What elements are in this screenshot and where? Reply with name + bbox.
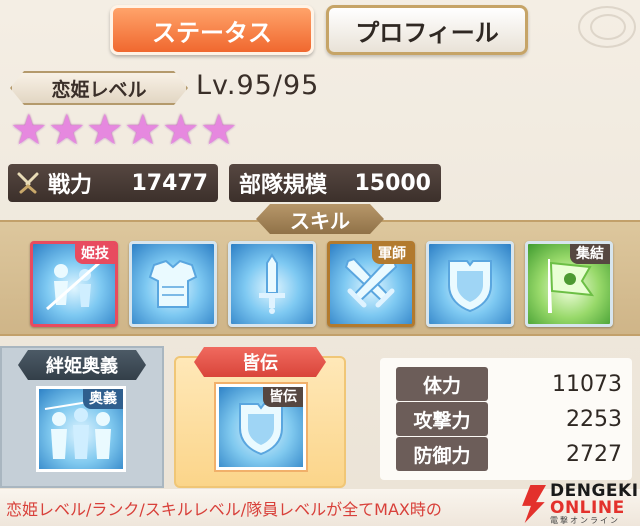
skill-slot-1[interactable]: 姫技 bbox=[30, 241, 118, 327]
skill-slot-2[interactable] bbox=[129, 241, 217, 327]
param-value: 2727 bbox=[566, 441, 622, 467]
param-label: 体力 bbox=[396, 367, 488, 401]
lightning-logo-icon bbox=[522, 485, 546, 523]
kaiden-tag: 皆伝 bbox=[263, 387, 303, 407]
skill-slot-6[interactable]: 集結 bbox=[525, 241, 613, 327]
tab-status[interactable]: ステータス bbox=[110, 5, 314, 55]
skill-slot-3[interactable] bbox=[228, 241, 316, 327]
star-icon: ★ bbox=[200, 105, 238, 154]
status-screen: ステータス プロフィール 恋姫レベル Lv.95/95 ★ ★ ★ ★ ★ ★ … bbox=[0, 0, 640, 526]
param-row-hp: 体力 11073 bbox=[396, 367, 632, 401]
star-icon: ★ bbox=[86, 105, 124, 154]
star-icon: ★ bbox=[10, 105, 48, 154]
armor-icon bbox=[148, 259, 198, 308]
param-row-attack: 攻撃力 2253 bbox=[396, 402, 632, 436]
skill-tag-hime: 姫技 bbox=[75, 244, 115, 264]
skill-slot-5[interactable] bbox=[426, 241, 514, 327]
kaiden-title: 皆伝 bbox=[194, 347, 326, 377]
unit-size-stat: 部隊規模 15000 bbox=[229, 164, 441, 202]
skill-tag-gunshi: 軍師 bbox=[372, 244, 412, 264]
koihime-level-label: 恋姫レベル bbox=[10, 71, 188, 105]
power-label: 戦力 bbox=[48, 173, 93, 198]
skill-slot-4[interactable]: 軍師 bbox=[327, 241, 415, 327]
param-label: 攻撃力 bbox=[396, 402, 488, 436]
kizuna-ougi-skill[interactable]: 奥義 bbox=[36, 386, 126, 472]
unit-size-label: 部隊規模 bbox=[239, 173, 328, 198]
param-label: 防御力 bbox=[396, 437, 488, 471]
kizuna-ougi-title: 絆姫奥義 bbox=[18, 350, 146, 380]
tab-profile[interactable]: プロフィール bbox=[326, 5, 528, 55]
crossed-swords-icon bbox=[16, 171, 42, 195]
param-row-defense: 防御力 2727 bbox=[396, 437, 632, 471]
skill-tag-shuketsu: 集結 bbox=[570, 244, 610, 264]
param-value: 11073 bbox=[552, 371, 622, 397]
logo-line-3: 電撃オンライン bbox=[550, 516, 620, 525]
rank-stars: ★ ★ ★ ★ ★ ★ bbox=[10, 105, 238, 154]
kaiden-skill[interactable]: 皆伝 bbox=[214, 382, 308, 472]
power-stat: 戦力 17477 bbox=[8, 164, 218, 202]
unit-size-value: 15000 bbox=[354, 170, 431, 196]
decorative-swirl-inner bbox=[590, 14, 626, 40]
logo-line-2: ONLINE bbox=[550, 498, 625, 518]
power-value: 17477 bbox=[131, 170, 208, 196]
dengeki-online-logo: DENGEKI ONLINE 電撃オンライン bbox=[520, 482, 640, 526]
star-icon: ★ bbox=[162, 105, 200, 154]
sword-icon bbox=[259, 253, 285, 314]
koihime-level-value: Lv.95/95 bbox=[196, 70, 320, 101]
ougi-tag: 奥義 bbox=[83, 389, 123, 409]
shield-icon bbox=[448, 260, 492, 313]
star-icon: ★ bbox=[48, 105, 86, 154]
skill-header: スキル bbox=[256, 204, 384, 234]
star-icon: ★ bbox=[124, 105, 162, 154]
footer-text: 恋姫レベル/ランク/スキルレベル/隊員レベルが全てMAX時の bbox=[6, 499, 442, 519]
param-value: 2253 bbox=[566, 406, 622, 432]
